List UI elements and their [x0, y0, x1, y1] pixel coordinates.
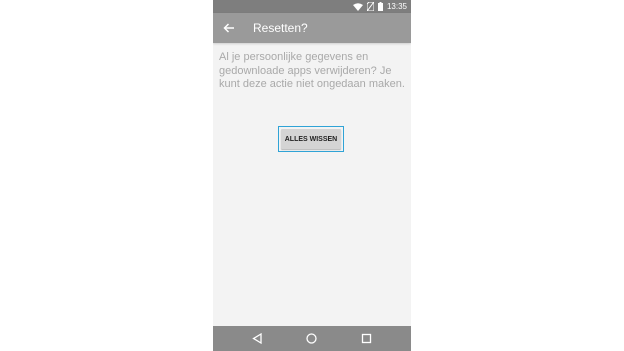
focus-ring: ALLES WISSEN: [278, 126, 344, 152]
reset-warning-message: Al je persoonlijke gegevens en gedownloa…: [219, 51, 405, 90]
home-circle-icon[interactable]: [305, 332, 318, 345]
status-icons: 13:35: [352, 1, 407, 12]
status-bar: 13:35: [213, 0, 411, 13]
erase-all-button[interactable]: ALLES WISSEN: [281, 129, 341, 149]
no-sim-icon: [366, 2, 374, 11]
page-title: Resetten?: [253, 21, 308, 35]
back-triangle-icon[interactable]: [251, 332, 264, 345]
navigation-bar: [213, 326, 411, 351]
arrow-left-icon[interactable]: [222, 21, 236, 35]
main-content: Al je persoonlijke gegevens en gedownloa…: [213, 43, 411, 326]
wifi-icon: [352, 2, 363, 11]
status-time: 13:35: [386, 2, 407, 11]
phone-screen: 13:35 Resetten? Al je persoonlijke gegev…: [213, 0, 411, 351]
app-bar: Resetten?: [213, 13, 411, 43]
recents-square-icon[interactable]: [360, 332, 373, 345]
battery-icon: [377, 2, 383, 11]
